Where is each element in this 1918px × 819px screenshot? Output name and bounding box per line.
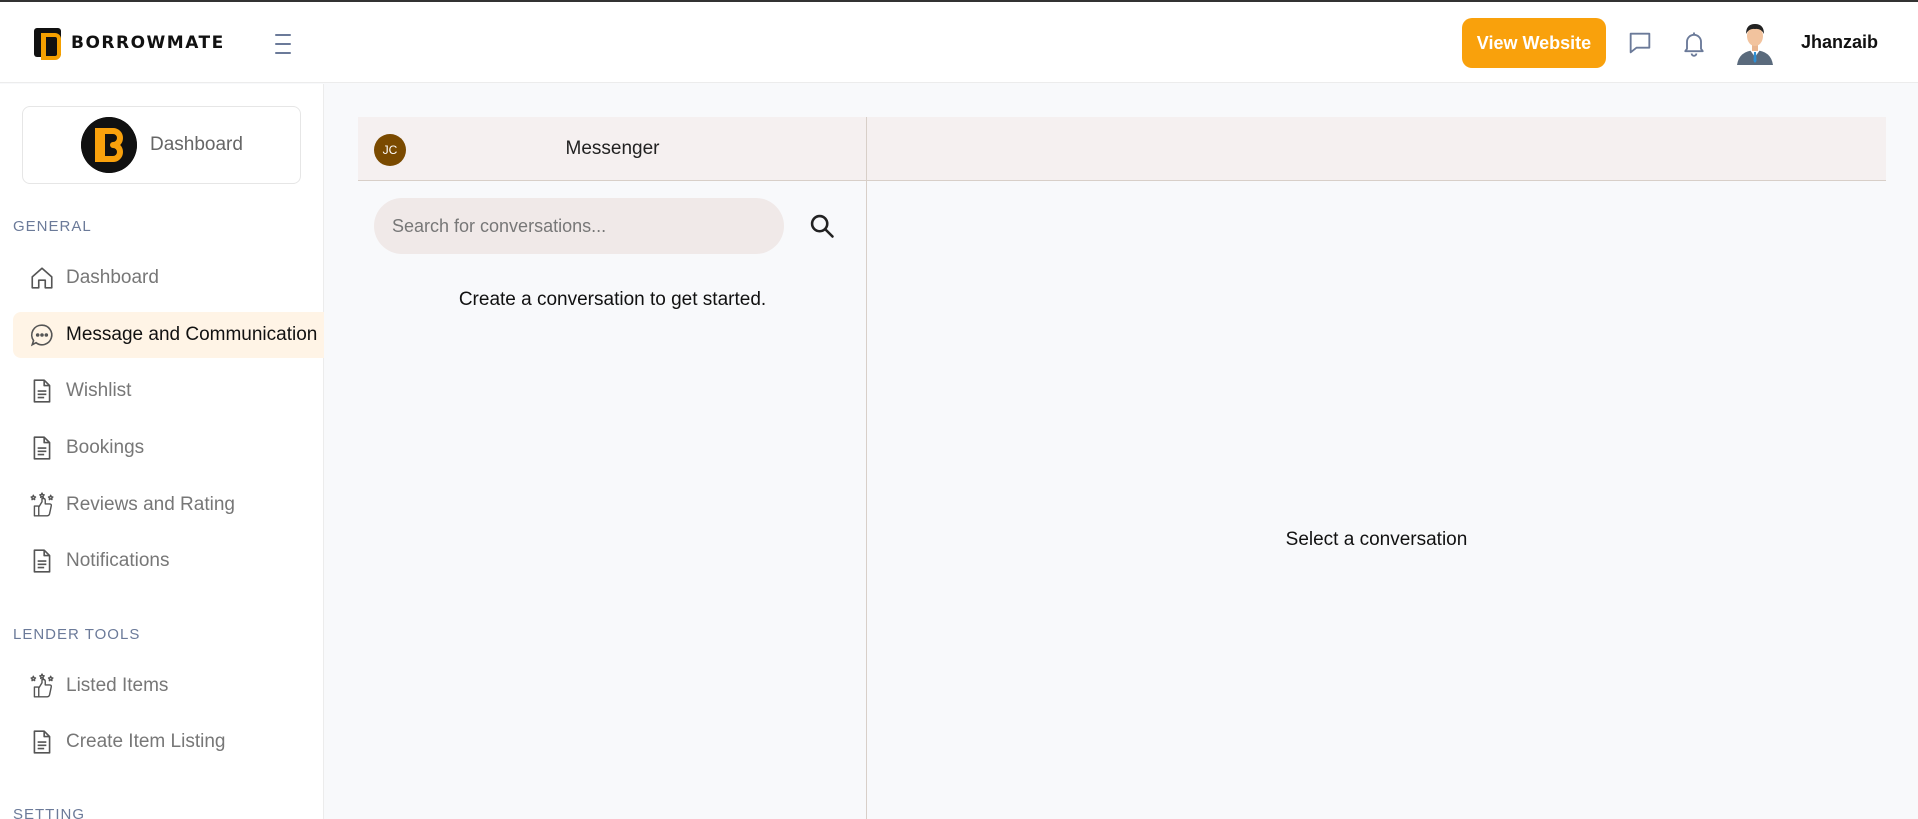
brand-logo-icon xyxy=(34,28,61,60)
brand-badge-icon xyxy=(81,117,137,173)
select-conversation-message: Select a conversation xyxy=(1285,529,1468,550)
sidebar-item-label: Notifications xyxy=(66,550,170,571)
sidebar-item-message-and-communication[interactable]: Message and Communication xyxy=(13,312,324,358)
sidebar-item-label: Wishlist xyxy=(66,380,132,401)
thumbs-up-stars-icon xyxy=(29,673,55,699)
message-icon[interactable] xyxy=(1626,29,1654,57)
brand-name: BORROWMATE xyxy=(71,32,225,53)
messenger-title: Messenger xyxy=(565,138,660,159)
section-title-general: GENERAL xyxy=(13,218,92,235)
sidebar-item-notifications[interactable]: Notifications xyxy=(13,538,324,584)
document-icon xyxy=(29,435,55,461)
view-website-button[interactable]: View Website xyxy=(1462,18,1606,68)
sidebar-item-wishlist[interactable]: Wishlist xyxy=(13,368,324,414)
section-title-lender-tools: LENDER TOOLS xyxy=(13,626,141,643)
sidebar-item-label: Reviews and Rating xyxy=(66,494,235,515)
document-icon xyxy=(29,729,55,755)
sidebar-item-label: Dashboard xyxy=(66,267,159,288)
menu-toggle-icon[interactable] xyxy=(275,34,291,54)
sidebar-item-label: Message and Communication xyxy=(66,324,318,345)
user-name[interactable]: Jhanzaib xyxy=(1801,32,1878,53)
empty-conversations-message: Create a conversation to get started. xyxy=(458,289,767,310)
sidebar-item-listed-items[interactable]: Listed Items xyxy=(13,663,324,709)
home-icon xyxy=(29,265,55,291)
sidebar-item-label: Bookings xyxy=(66,437,145,458)
sidebar-item-label: Listed Items xyxy=(66,675,169,696)
section-title-setting: SETTING xyxy=(13,806,86,819)
chat-icon xyxy=(29,322,55,348)
document-icon xyxy=(29,548,55,574)
sidebar-item-create-item-listing[interactable]: Create Item Listing xyxy=(13,719,324,765)
top-header: BORROWMATE View Website Jhanzaib xyxy=(0,2,1918,83)
brand-logo[interactable]: BORROWMATE xyxy=(34,28,225,60)
panel-divider xyxy=(866,117,867,819)
sidebar-item-dashboard[interactable]: Dashboard xyxy=(13,255,324,301)
chat-header xyxy=(867,117,1886,181)
document-icon xyxy=(29,378,55,404)
sidebar-item-reviews-and-rating[interactable]: Reviews and Rating xyxy=(13,482,324,528)
user-avatar[interactable] xyxy=(1733,19,1777,65)
conversation-list-header: JC Messenger xyxy=(358,117,867,181)
sidebar-item-label: Create Item Listing xyxy=(66,731,226,752)
sidebar: Dashboard GENERAL Dashboard Message and … xyxy=(0,84,324,819)
messenger-panel: JC Messenger Create a conversation to ge… xyxy=(358,117,1886,819)
thumbs-up-stars-icon xyxy=(29,492,55,518)
search-icon[interactable] xyxy=(808,212,836,240)
dashboard-card-label: Dashboard xyxy=(150,134,243,155)
sidebar-dashboard-card[interactable]: Dashboard xyxy=(22,106,301,184)
conversation-search-input[interactable] xyxy=(374,198,784,254)
bell-icon[interactable] xyxy=(1680,29,1708,57)
sidebar-item-bookings[interactable]: Bookings xyxy=(13,425,324,471)
